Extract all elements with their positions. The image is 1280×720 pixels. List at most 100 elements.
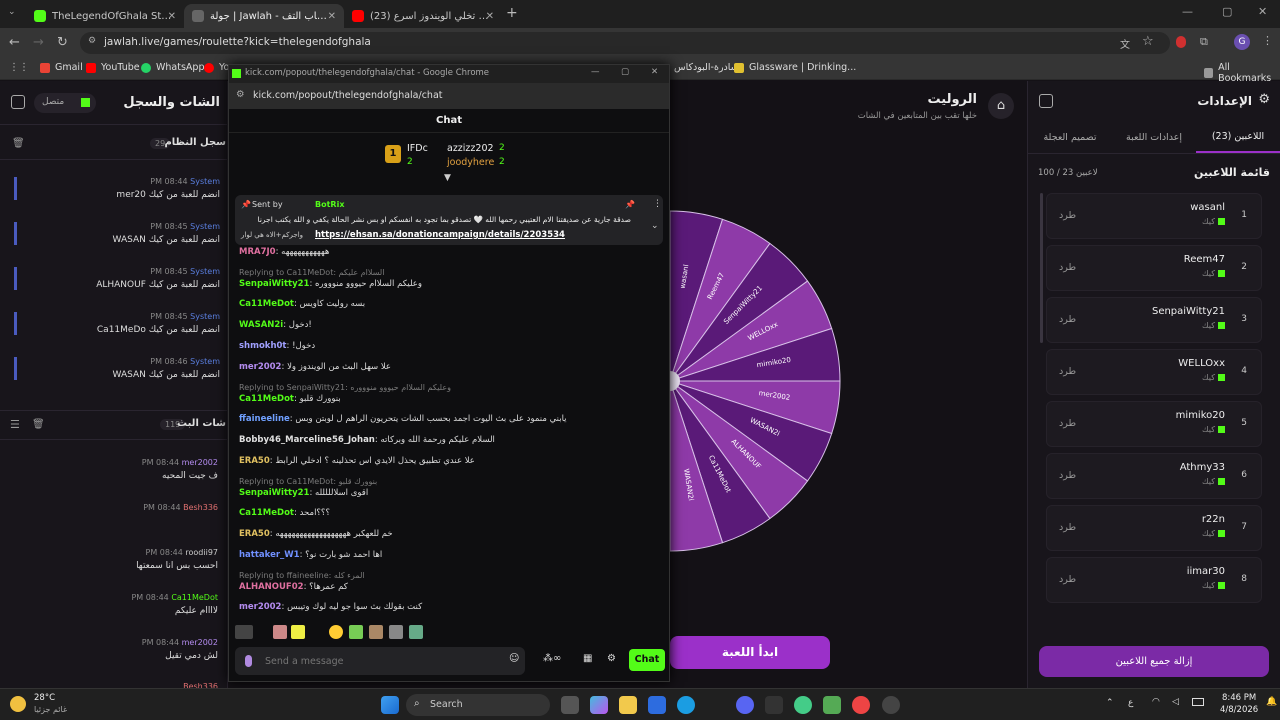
- scroll-bar[interactable]: [1040, 193, 1043, 343]
- start-game-button[interactable]: ابدأ اللعبة: [670, 636, 830, 669]
- file-explorer-icon[interactable]: [619, 696, 637, 714]
- pinned-menu-icon[interactable]: ⋮: [653, 199, 662, 209]
- emote-icon[interactable]: [273, 625, 287, 639]
- close-icon[interactable]: ✕: [486, 11, 494, 22]
- task-view-icon[interactable]: [561, 696, 579, 714]
- trash-icon[interactable]: 🗑: [32, 419, 45, 430]
- clock-date[interactable]: 4/8/2026: [1220, 705, 1258, 715]
- menu-kebab-icon[interactable]: ⋮: [1262, 34, 1273, 47]
- popup-url-bar[interactable]: ⚙ kick.com/popout/thelegendofghala/chat: [229, 83, 669, 109]
- maximize-button[interactable]: ▢: [621, 67, 629, 77]
- pinned-link[interactable]: https://ehsan.sa/donationcampaign/detail…: [315, 230, 565, 240]
- chrome-icon[interactable]: [823, 696, 841, 714]
- chat-username[interactable]: ALHANOUF02: [239, 582, 304, 592]
- extensions-puzzle-icon[interactable]: ⧉: [1200, 35, 1208, 49]
- tray-chevron-icon[interactable]: ⌃: [1106, 698, 1114, 708]
- chat-username[interactable]: mer2002: [239, 602, 281, 612]
- close-window-button[interactable]: ✕: [1258, 5, 1267, 18]
- roulette-wheel[interactable]: wasanl Reem47SenpaiWitty21WELLOxxmimiko20…: [670, 81, 1025, 688]
- tab-wheel-design[interactable]: تصميم العجلة: [1028, 121, 1112, 153]
- tab-list-icon[interactable]: ⌄: [8, 7, 16, 17]
- collapse-settings-icon[interactable]: [1039, 94, 1053, 108]
- notification-icon[interactable]: 🔔: [1266, 697, 1277, 707]
- close-icon[interactable]: ✕: [168, 11, 176, 22]
- chat-username[interactable]: MRA7J0: [239, 247, 276, 257]
- epic-games-icon[interactable]: [765, 696, 783, 714]
- bookmark-gmail[interactable]: Gmail: [40, 62, 83, 73]
- microphone-icon[interactable]: [245, 655, 252, 667]
- chat-username[interactable]: ffaineeline: [239, 414, 290, 424]
- windows-start-icon[interactable]: [381, 696, 399, 714]
- emote-icon[interactable]: [349, 625, 363, 639]
- edge-icon[interactable]: [677, 696, 695, 714]
- tab-jawlah[interactable]: جولة | Jawlah - منصة الألعاب التف ✕: [184, 4, 344, 28]
- chat-username[interactable]: mer2002: [239, 362, 281, 372]
- kick-player-button[interactable]: طرد: [1059, 210, 1076, 221]
- emoji-icon[interactable]: ☺: [509, 653, 519, 664]
- copilot-icon[interactable]: [590, 696, 608, 714]
- site-info-icon[interactable]: ⚙: [88, 36, 96, 46]
- reload-icon[interactable]: ↻: [57, 35, 68, 50]
- message-input[interactable]: [265, 652, 495, 670]
- tab-kick-stream[interactable]: TheLegendOfGhala Stream - Ki ✕: [26, 4, 184, 28]
- bookmark-star-icon[interactable]: ☆: [1142, 34, 1154, 49]
- unpin-icon[interactable]: 📌: [625, 200, 635, 209]
- gift-icon[interactable]: ▦: [583, 653, 592, 664]
- chat-username[interactable]: ERA50: [239, 456, 270, 466]
- remove-all-players-button[interactable]: إزالة جميع اللاعبين: [1039, 646, 1269, 677]
- chat-username[interactable]: shmokh0t: [239, 341, 287, 351]
- trash-icon[interactable]: 🗑: [12, 138, 25, 149]
- taskbar-search[interactable]: ⌕ Search: [406, 694, 550, 716]
- forward-icon[interactable]: →: [33, 35, 44, 50]
- kick-player-button[interactable]: طرد: [1059, 418, 1076, 429]
- chrome-icon[interactable]: [852, 696, 870, 714]
- chat-username[interactable]: Ca11MeDot: [239, 299, 294, 309]
- minimize-button[interactable]: —: [591, 67, 600, 77]
- chat-username[interactable]: hattaker_W1: [239, 550, 300, 560]
- chat-settings-icon[interactable]: ⚙: [607, 653, 616, 664]
- send-chat-button[interactable]: Chat: [629, 649, 665, 671]
- close-icon[interactable]: ✕: [328, 11, 336, 22]
- emote-icon[interactable]: [235, 625, 253, 639]
- weather-icon[interactable]: [10, 696, 26, 712]
- emote-icon[interactable]: [409, 625, 423, 639]
- bookmark-youtube[interactable]: YouTube: [86, 62, 140, 73]
- collapse-panel-icon[interactable]: [11, 95, 25, 109]
- maximize-button[interactable]: ▢: [1222, 5, 1232, 18]
- bookmark-glassware[interactable]: Glassware | Drinking...: [734, 62, 856, 73]
- tab-game-settings[interactable]: إعدادات اللعبة: [1112, 121, 1196, 153]
- emote-icon[interactable]: [329, 625, 343, 639]
- discord-icon[interactable]: [736, 696, 754, 714]
- chat-username[interactable]: ERA50: [239, 529, 270, 539]
- minimize-button[interactable]: —: [1182, 5, 1193, 18]
- extension-icon[interactable]: [1176, 36, 1186, 48]
- url-input[interactable]: ⚙ jawlah.live/games/roulette?kick=theleg…: [80, 32, 1170, 54]
- apps-grid-icon[interactable]: ⋮⋮: [9, 62, 29, 73]
- language-indicator[interactable]: ع: [1128, 698, 1133, 708]
- kick-player-button[interactable]: طرد: [1059, 522, 1076, 533]
- close-window-button[interactable]: ✕: [651, 67, 658, 77]
- new-tab-button[interactable]: +: [506, 5, 518, 21]
- tab-players[interactable]: اللاعبين (23): [1196, 121, 1280, 153]
- chat-username[interactable]: Ca11MeDot: [239, 394, 294, 404]
- emote-icon[interactable]: [389, 625, 403, 639]
- tab-youtube[interactable]: (23) كيف تخلي الويندوز اسرع - YouTube ✕: [344, 4, 502, 28]
- store-icon[interactable]: [648, 696, 666, 714]
- bookmark-whatsapp[interactable]: WhatsApp: [141, 62, 204, 73]
- filter-icon[interactable]: ☰: [10, 418, 20, 431]
- wifi-icon[interactable]: ◠: [1152, 697, 1160, 707]
- emote-icon[interactable]: [291, 625, 305, 639]
- battery-icon[interactable]: [1192, 698, 1204, 706]
- bookmark-podcast[interactable]: سادرة-البودكاس: [674, 62, 739, 73]
- chat-username[interactable]: Ca11MeDot: [239, 508, 294, 518]
- loyalty-points-icon[interactable]: ⁂∞: [543, 653, 561, 664]
- chat-username[interactable]: WASAN2i: [239, 320, 283, 330]
- clock-time[interactable]: 8:46 PM: [1222, 693, 1256, 703]
- emote-icon[interactable]: [369, 625, 383, 639]
- chrome-icon[interactable]: [794, 696, 812, 714]
- chat-username[interactable]: SenpaiWitty21: [239, 279, 309, 289]
- translate-icon[interactable]: 文: [1120, 36, 1130, 51]
- kick-player-button[interactable]: طرد: [1059, 314, 1076, 325]
- back-icon[interactable]: ←: [9, 35, 20, 50]
- kick-player-button[interactable]: طرد: [1059, 366, 1076, 377]
